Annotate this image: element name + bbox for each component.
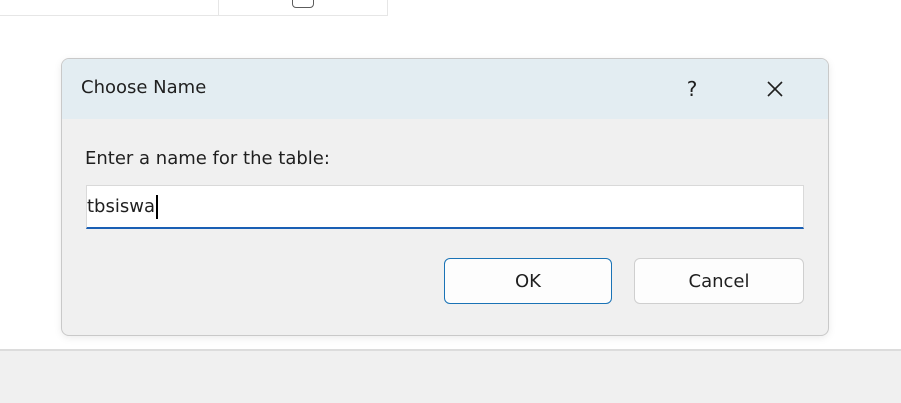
background-status-bar xyxy=(0,349,901,403)
text-caret xyxy=(156,194,158,219)
choose-name-dialog: Choose Name ? Enter a name for the table… xyxy=(61,58,829,336)
help-button[interactable]: ? xyxy=(670,69,714,109)
ok-button[interactable]: OK xyxy=(444,258,612,304)
ok-button-label: OK xyxy=(515,270,541,292)
cancel-button-label: Cancel xyxy=(688,270,750,292)
cancel-button[interactable]: Cancel xyxy=(634,258,804,304)
table-name-label: Enter a name for the table: xyxy=(85,148,330,169)
close-button[interactable] xyxy=(750,69,800,109)
table-name-text: tbsiswa xyxy=(87,196,155,217)
dialog-titlebar: Choose Name ? xyxy=(62,59,828,119)
help-icon: ? xyxy=(686,77,698,101)
close-icon xyxy=(767,81,783,97)
table-name-value: tbsiswa xyxy=(87,194,158,219)
background-checkbox[interactable] xyxy=(292,0,314,8)
dialog-title: Choose Name xyxy=(81,77,207,98)
table-name-input[interactable]: tbsiswa xyxy=(86,185,804,229)
background-table-cell xyxy=(0,0,388,16)
background-column-divider xyxy=(218,0,219,16)
